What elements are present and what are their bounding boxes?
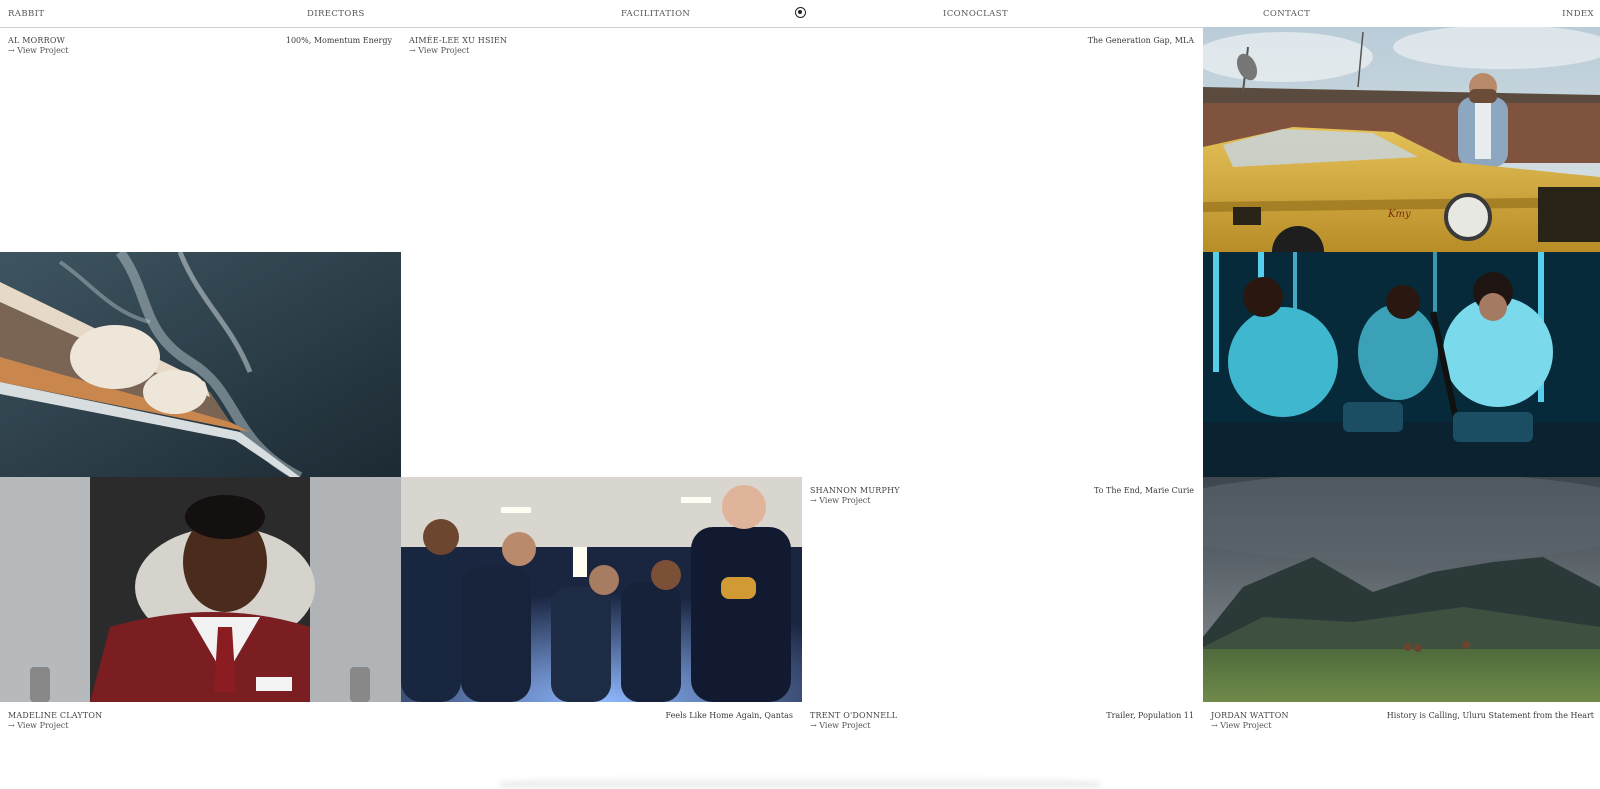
project-tile[interactable]: TRENT O'DONNELL → View Project Trailer, …	[802, 702, 1203, 762]
project-title: The Generation Gap, MLA	[1087, 36, 1194, 45]
nav-contact-link[interactable]: CONTACT	[1263, 9, 1310, 19]
view-project-link[interactable]: → View Project	[8, 721, 102, 730]
director-name: MADELINE CLAYTON	[8, 711, 103, 720]
project-tile[interactable]: JORDAN WATTON → View Project History is …	[1203, 702, 1600, 762]
director-name: AL MORROW	[8, 36, 66, 45]
nav-index-link[interactable]: INDEX	[1562, 9, 1594, 19]
project-grid: AL MORROW → View Project 100%, Momentum …	[0, 27, 1600, 702]
man-with-yellow-car-photo[interactable]: Kmy	[1203, 27, 1600, 252]
project-title: Feels Like Home Again, Qantas	[665, 711, 793, 720]
view-project-link[interactable]: → View Project	[409, 46, 507, 55]
spin-class-photo[interactable]	[1203, 252, 1600, 477]
airline-worker-photo[interactable]	[0, 477, 401, 702]
empty-tile	[401, 252, 1203, 477]
tile-info: AL MORROW → View Project	[8, 36, 69, 55]
car-photo-svg: Kmy	[1203, 27, 1600, 252]
project-title: History is Calling, Uluru Statement from…	[1386, 711, 1594, 720]
project-tile[interactable]: MADELINE CLAYTON → View Project	[0, 702, 401, 762]
director-name: AIMÉE-LEE XU HSIEN	[409, 36, 508, 45]
nav-brand-link[interactable]: RABBIT	[8, 9, 44, 19]
worker-photo-svg	[0, 477, 401, 702]
rabbit-logo-icon[interactable]	[795, 7, 806, 18]
view-project-link[interactable]: → View Project	[8, 46, 69, 55]
director-name: SHANNON MURPHY	[810, 486, 900, 495]
spin-photo-svg	[1203, 252, 1600, 477]
group-looking-down-photo[interactable]	[401, 477, 802, 702]
tile-info: MADELINE CLAYTON → View Project	[8, 711, 102, 730]
project-tile[interactable]: AL MORROW → View Project 100%, Momentum …	[0, 27, 401, 252]
project-title: Trailer, Population 11	[1106, 711, 1194, 720]
tile-info: TRENT O'DONNELL → View Project	[810, 711, 897, 730]
nav-directors-link[interactable]: DIRECTORS	[307, 9, 365, 19]
mountain-valley-photo[interactable]	[1203, 477, 1600, 702]
view-project-link[interactable]: → View Project	[810, 496, 900, 505]
tile-info: JORDAN WATTON → View Project	[1211, 711, 1289, 730]
director-name: TRENT O'DONNELL	[810, 711, 898, 720]
top-nav: RABBIT DIRECTORS FACILITATION ICONOCLAST…	[0, 0, 1600, 28]
svg-text:Kmy: Kmy	[1387, 209, 1411, 220]
ship-photo-svg	[0, 252, 401, 477]
nav-iconoclast-link[interactable]: ICONOCLAST	[943, 9, 1008, 19]
tile-info: AIMÉE-LEE XU HSIEN → View Project	[409, 36, 507, 55]
group-photo-svg	[401, 477, 802, 702]
ship-over-ocean-photo[interactable]	[0, 252, 401, 477]
view-project-link[interactable]: → View Project	[1211, 721, 1289, 730]
tile-info: SHANNON MURPHY → View Project	[810, 486, 900, 505]
mountain-photo-svg	[1203, 477, 1600, 702]
nav-facilitation-link[interactable]: FACILITATION	[621, 9, 690, 19]
director-name: JORDAN WATTON	[1211, 711, 1289, 720]
project-tile[interactable]: SHANNON MURPHY → View Project To The End…	[802, 477, 1203, 702]
project-title: 100%, Momentum Energy	[285, 36, 392, 45]
project-title: To The End, Marie Curie	[1093, 486, 1194, 495]
project-tile[interactable]: AIMÉE-LEE XU HSIEN → View Project The Ge…	[401, 27, 1203, 252]
view-project-link[interactable]: → View Project	[810, 721, 897, 730]
bottom-shadow	[500, 776, 1100, 788]
project-caption: Feels Like Home Again, Qantas	[401, 702, 802, 762]
